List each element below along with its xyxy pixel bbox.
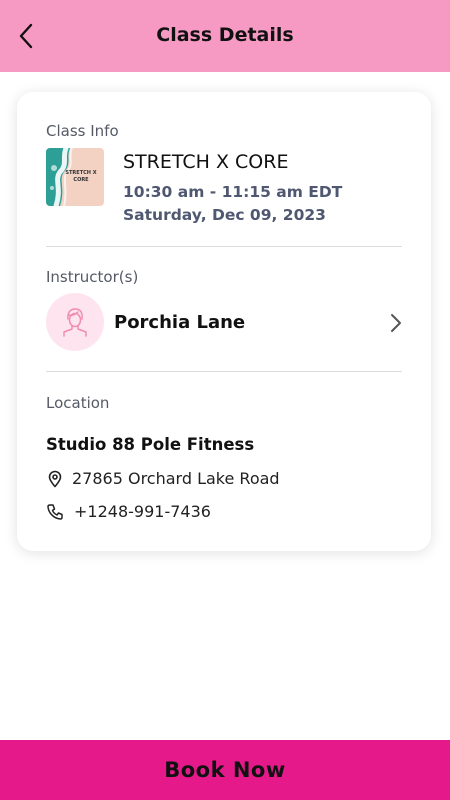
- chevron-right-icon: [391, 314, 401, 332]
- instructor-label: Instructor(s): [46, 268, 139, 286]
- class-info-label: Class Info: [46, 122, 119, 140]
- class-details-card: Class Info STRETCH X CORE STRETCH X CORE…: [17, 92, 431, 551]
- phone-text: +1248-991-7436: [74, 502, 211, 521]
- location-pin-icon: [46, 470, 64, 488]
- book-now-label: Book Now: [164, 758, 286, 782]
- studio-name: Studio 88 Pole Fitness: [46, 435, 255, 454]
- instructor-name: Porchia Lane: [114, 312, 246, 333]
- address-row[interactable]: 27865 Orchard Lake Road: [46, 469, 280, 488]
- class-thumbnail: STRETCH X CORE: [46, 148, 104, 206]
- phone-icon: [46, 503, 64, 521]
- address-text: 27865 Orchard Lake Road: [72, 469, 280, 488]
- instructor-row[interactable]: Porchia Lane: [46, 293, 406, 353]
- divider: [46, 246, 402, 247]
- class-name: STRETCH X CORE: [123, 151, 289, 173]
- class-date: Saturday, Dec 09, 2023: [123, 206, 326, 224]
- divider: [46, 371, 402, 372]
- phone-row[interactable]: +1248-991-7436: [46, 502, 211, 521]
- location-label: Location: [46, 394, 110, 412]
- header-bar: Class Details: [0, 0, 450, 72]
- person-icon: [63, 308, 87, 337]
- thumbnail-text-2: CORE: [73, 177, 89, 183]
- page-title: Class Details: [156, 24, 294, 46]
- thumbnail-text-1: STRETCH X: [65, 170, 96, 176]
- book-now-button[interactable]: Book Now: [0, 740, 450, 800]
- avatar: [46, 293, 104, 351]
- class-time: 10:30 am - 11:15 am EDT: [123, 183, 343, 201]
